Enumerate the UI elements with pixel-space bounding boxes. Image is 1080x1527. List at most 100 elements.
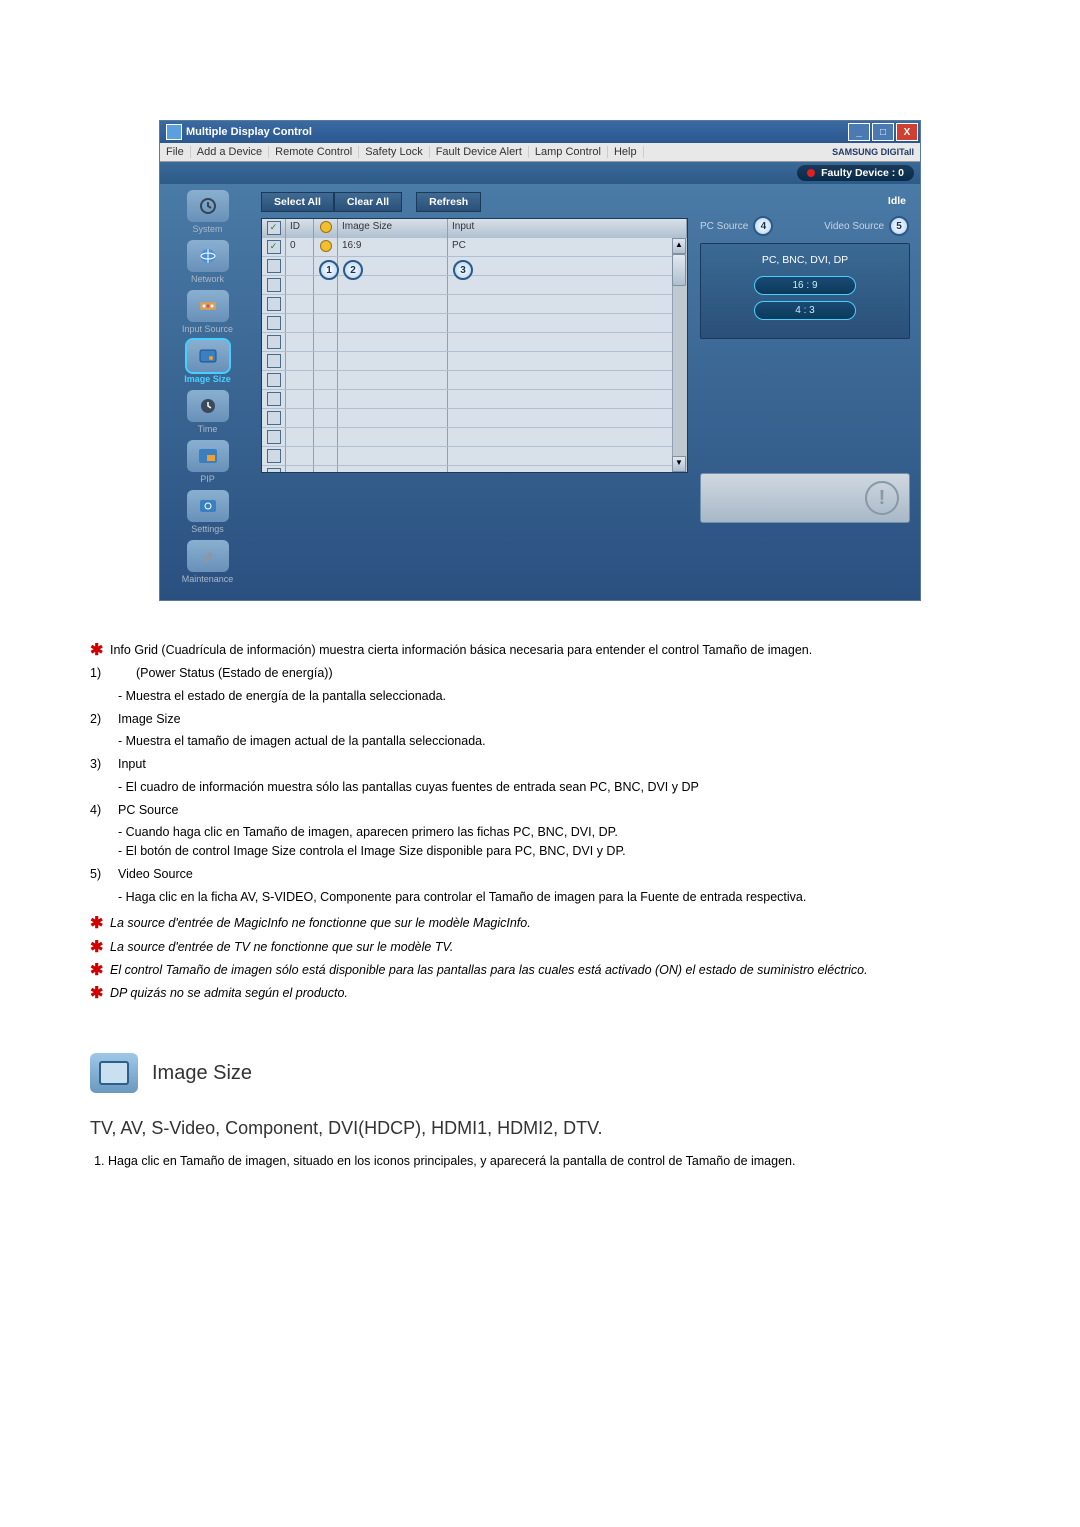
row-checkbox[interactable] (267, 278, 281, 292)
item-desc: - Muestra el estado de energía de la pan… (132, 687, 990, 706)
menu-lamp-control[interactable]: Lamp Control (529, 146, 608, 158)
col-id[interactable]: ID (286, 219, 314, 238)
table-row[interactable] (262, 466, 687, 472)
menu-safety-lock[interactable]: Safety Lock (359, 146, 429, 158)
sidebar-item-system[interactable]: System (160, 190, 255, 234)
row-checkbox[interactable] (267, 259, 281, 273)
row-checkbox[interactable] (267, 373, 281, 387)
sidebar-item-label: Input Source (182, 324, 233, 334)
pip-icon (187, 440, 229, 472)
table-row[interactable] (262, 447, 687, 466)
menu-help[interactable]: Help (608, 146, 644, 158)
star-note: DP quizás no se admita según el producto… (110, 984, 348, 1003)
power-on-icon (320, 240, 332, 252)
row-checkbox[interactable] (267, 316, 281, 330)
row-checkbox[interactable] (267, 297, 281, 311)
table-row[interactable]: 0 16:9 PC (262, 238, 687, 257)
table-row[interactable] (262, 390, 687, 409)
sidebar-item-maintenance[interactable]: Maintenance (160, 540, 255, 584)
col-check[interactable] (262, 219, 286, 238)
sidebar-item-label: Image Size (184, 374, 231, 384)
grid-panel: Select All Clear All Refresh ID Image Si… (261, 192, 688, 540)
grid-body: 0 16:9 PC 1 2 3 (262, 238, 687, 472)
document-body: ✱Info Grid (Cuadrícula de información) m… (90, 641, 990, 1171)
table-row[interactable] (262, 371, 687, 390)
sidebar-item-network[interactable]: Network (160, 240, 255, 284)
sidebar-item-input-source[interactable]: Input Source (160, 290, 255, 334)
table-row[interactable] (262, 333, 687, 352)
list-num: 3) (90, 755, 118, 774)
sidebar-item-time[interactable]: Time (160, 390, 255, 434)
sidebar-item-settings[interactable]: Settings (160, 490, 255, 534)
scroll-thumb[interactable] (672, 254, 686, 286)
sidebar-item-label: System (192, 224, 222, 234)
col-power[interactable] (314, 219, 338, 238)
menu-add-device[interactable]: Add a Device (191, 146, 269, 158)
list-num: 5) (90, 865, 118, 884)
network-icon (187, 240, 229, 272)
right-panel: Idle PC Source4 Video Source5 PC, BNC, D… (700, 192, 910, 540)
close-button[interactable]: X (896, 123, 918, 141)
sidebar-item-image-size[interactable]: Image Size (160, 340, 255, 384)
faulty-label: Faulty Device : 0 (821, 167, 904, 179)
item-title: Input (118, 755, 146, 774)
item-desc: - El botón de control Image Size control… (132, 842, 990, 861)
sidebar-item-label: PIP (200, 474, 215, 484)
table-row[interactable]: 1 2 3 (262, 257, 687, 276)
menu-remote-control[interactable]: Remote Control (269, 146, 359, 158)
body-area: System Network Input Source Image Size T… (160, 184, 920, 600)
refresh-button[interactable]: Refresh (416, 192, 481, 212)
row-checkbox[interactable] (267, 411, 281, 425)
sidebar-item-label: Maintenance (182, 574, 234, 584)
option-4-3-button[interactable]: 4 : 3 (754, 301, 856, 320)
star-icon: ✱ (90, 984, 110, 1003)
menu-fault-alert[interactable]: Fault Device Alert (430, 146, 529, 158)
tab-video-source[interactable]: Video Source5 (824, 215, 910, 237)
item-title: Video Source (118, 865, 193, 884)
scrollbar[interactable]: ▲ ▼ (672, 238, 687, 472)
row-checkbox[interactable] (267, 240, 281, 254)
table-row[interactable] (262, 428, 687, 447)
brand-label: SAMSUNG DIGITall (826, 147, 920, 157)
scroll-up-icon[interactable]: ▲ (672, 238, 686, 254)
clear-all-button[interactable]: Clear All (334, 192, 402, 212)
option-16-9-button[interactable]: 16 : 9 (754, 276, 856, 295)
section-title: Image Size (152, 1058, 252, 1088)
star-icon: ✱ (90, 961, 110, 980)
row-checkbox[interactable] (267, 392, 281, 406)
exclamation-icon: ! (865, 481, 899, 515)
tab-pc-source[interactable]: PC Source4 (700, 215, 774, 237)
callout-5-icon: 5 (889, 216, 909, 236)
callout-4-icon: 4 (753, 216, 773, 236)
app-icon (166, 124, 182, 140)
header-checkbox-icon[interactable] (267, 221, 281, 235)
maximize-button[interactable]: □ (872, 123, 894, 141)
col-image-size[interactable]: Image Size (338, 219, 448, 238)
col-input[interactable]: Input (448, 219, 687, 238)
sidebar-item-pip[interactable]: PIP (160, 440, 255, 484)
table-row[interactable] (262, 295, 687, 314)
main-area: Select All Clear All Refresh ID Image Si… (255, 184, 920, 600)
idle-status: Idle (700, 192, 910, 215)
sidebar-item-label: Network (191, 274, 224, 284)
row-checkbox[interactable] (267, 335, 281, 349)
row-checkbox[interactable] (267, 430, 281, 444)
app-window: Multiple Display Control _ □ X File Add … (159, 120, 921, 601)
power-header-icon (320, 221, 332, 233)
table-row[interactable] (262, 276, 687, 295)
item-title: Image Size (118, 710, 181, 729)
scroll-down-icon[interactable]: ▼ (672, 456, 686, 472)
select-all-button[interactable]: Select All (261, 192, 334, 212)
faulty-row: Faulty Device : 0 (160, 162, 920, 184)
table-row[interactable] (262, 409, 687, 428)
table-row[interactable] (262, 352, 687, 371)
row-checkbox[interactable] (267, 449, 281, 463)
sidebar-item-label: Settings (191, 524, 224, 534)
minimize-button[interactable]: _ (848, 123, 870, 141)
row-checkbox[interactable] (267, 468, 281, 472)
window-title: Multiple Display Control (186, 126, 846, 138)
row-checkbox[interactable] (267, 354, 281, 368)
menu-file[interactable]: File (160, 146, 191, 158)
sidebar: System Network Input Source Image Size T… (160, 184, 255, 600)
table-row[interactable] (262, 314, 687, 333)
